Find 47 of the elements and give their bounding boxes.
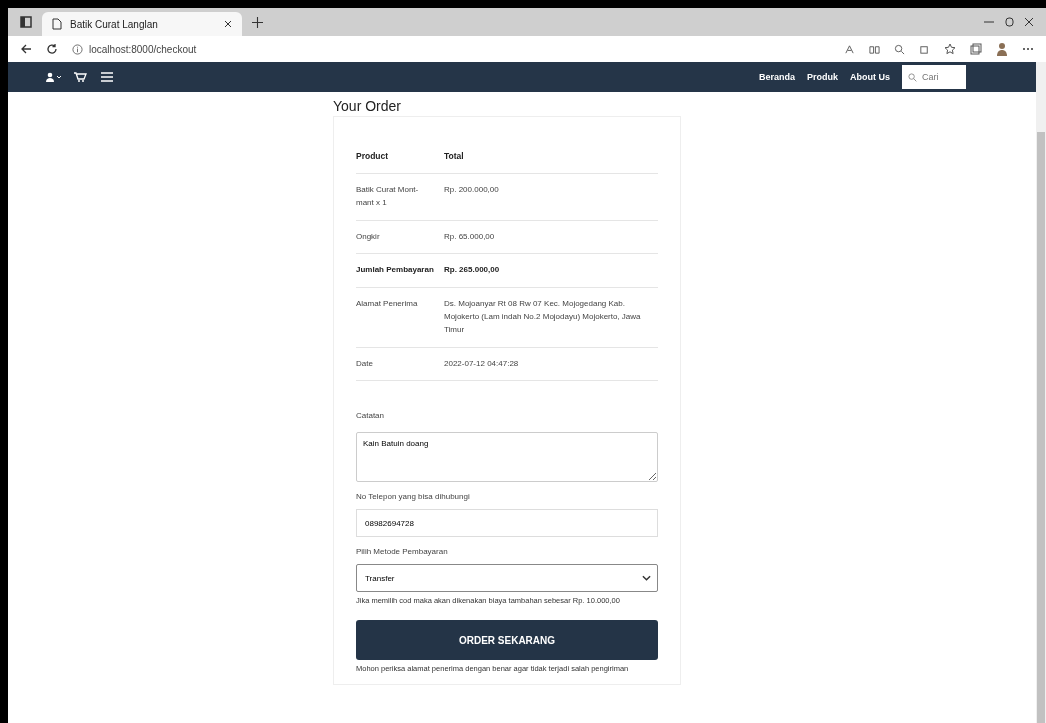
column-header: Total	[444, 137, 658, 174]
browser-tab[interactable]: Batik Curat Langlan	[42, 12, 242, 36]
close-icon[interactable]	[224, 20, 232, 28]
restore-icon[interactable]	[1004, 17, 1014, 27]
tab-title: Batik Curat Langlan	[70, 18, 159, 30]
table-cell: Rp. 65.000,00	[444, 220, 658, 254]
column-header: Product	[356, 137, 444, 174]
search-field[interactable]: Cari	[902, 65, 966, 89]
note-field[interactable]: Kain Batuin doang	[356, 432, 658, 483]
payment-select[interactable]: Transfer	[356, 564, 658, 593]
field-label: No Telepon yang bisa dihubungi	[356, 492, 471, 502]
page-icon	[52, 18, 62, 30]
search-icon	[908, 73, 917, 82]
collections-icon[interactable]	[970, 43, 982, 55]
avatar-icon[interactable]	[996, 42, 1008, 56]
nav-link[interactable]: About Us	[850, 72, 890, 82]
order-title: Your Order	[333, 98, 402, 114]
table-cell: Jumlah Pembayaran	[356, 253, 444, 288]
info-icon[interactable]	[72, 43, 83, 55]
tab-actions-icon[interactable]	[20, 16, 32, 28]
nav-link[interactable]: Beranda	[758, 72, 795, 82]
table-cell: Batik Curat Mont-mant x 1	[356, 173, 444, 221]
table-cell: Alamat Penerima	[356, 287, 444, 348]
back-icon[interactable]	[20, 43, 32, 55]
chevron-icon	[642, 575, 651, 582]
field-label: Pilih Metode Pembayaran	[356, 547, 449, 557]
star-icon[interactable]	[944, 43, 956, 55]
field-label: Catatan	[356, 411, 386, 421]
table-cell: Date	[356, 347, 444, 381]
more-icon[interactable]	[1022, 47, 1034, 51]
phone-field[interactable]: 08982694728	[356, 509, 658, 538]
nav-link[interactable]: Produk	[807, 72, 838, 82]
refresh-icon[interactable]	[46, 43, 58, 55]
new-tab-icon[interactable]	[252, 16, 263, 28]
table-cell: Ongkir	[356, 220, 444, 254]
user-icon[interactable]	[46, 72, 62, 82]
scrollbar[interactable]	[1036, 62, 1046, 723]
table-cell: 2022-07-12 04:47:28	[444, 347, 658, 381]
close-window-icon[interactable]	[1024, 17, 1034, 27]
table-cell: Rp. 265.000,00	[444, 253, 658, 288]
cart-icon[interactable]	[74, 72, 88, 82]
address-bar[interactable]: localhost:8000/checkout	[89, 43, 197, 55]
table-cell: Ds. Mojoanyar Rt 08 Rw 07 Kec. Mojogedang Kab. Mojokerto (Lam indah No.2 Mojodayu) Mojokerto, Jawa Timur	[444, 287, 658, 348]
table-cell: Rp. 200.000,00	[444, 173, 658, 221]
order-button[interactable]: ORDER SEKARANG	[356, 620, 658, 661]
zoom-icon[interactable]	[894, 43, 905, 55]
list-icon[interactable]	[100, 72, 114, 82]
